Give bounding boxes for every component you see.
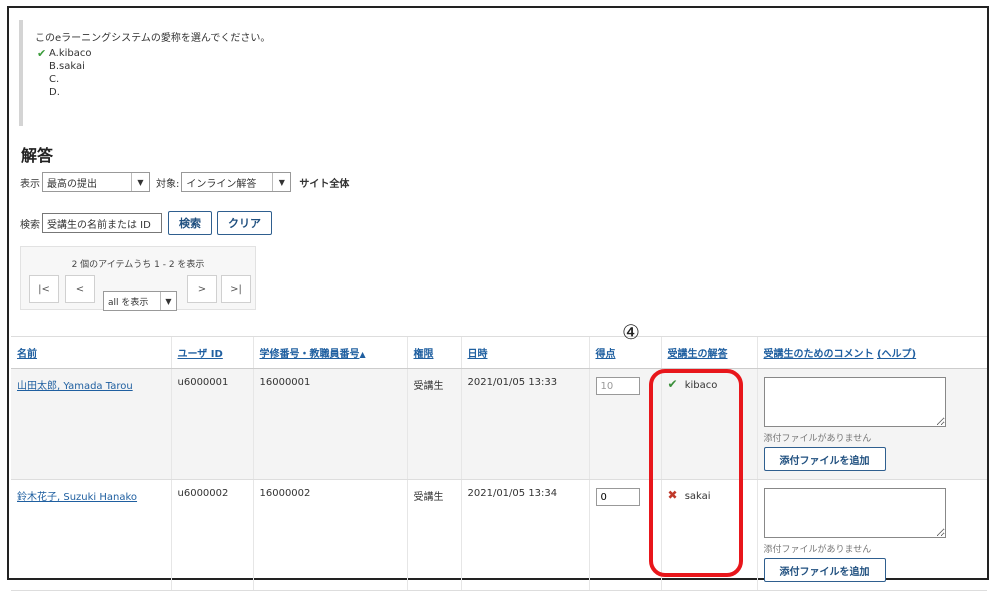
column-header-answer[interactable]: 受講生の解答	[660, 336, 757, 369]
sort-student-no-link[interactable]: 学修番号・教職員番号	[260, 349, 360, 360]
help-link[interactable]: (ヘルプ)	[877, 349, 916, 360]
no-attachment-text: 添付ファイルがありません	[763, 545, 872, 555]
column-header-role[interactable]: 権限	[406, 336, 461, 369]
column-header-student-no[interactable]: 学修番号・教職員番号▲	[252, 336, 407, 369]
choice-label: D.	[49, 87, 60, 98]
cell-student-no: 16000001	[252, 368, 407, 480]
page-frame: このeラーニングシステムの愛称を選んでください。 ✔ A.kibaco B.sa…	[7, 6, 989, 591]
choice-label: C.	[49, 74, 60, 85]
last-page-button[interactable]: >|	[221, 275, 251, 303]
column-header-name[interactable]: 名前	[11, 336, 171, 369]
annotation-number-marker: ④	[622, 320, 640, 344]
comment-textarea[interactable]	[763, 488, 946, 538]
pager: 2 個のアイテムうち 1 - 2 を表示 |< < all を表示 ▼ > >|	[20, 246, 256, 311]
cell-student-no: 16000002	[252, 479, 407, 591]
page-size-select[interactable]: all を表示 ▼	[103, 291, 177, 311]
display-label: 表示	[20, 178, 40, 190]
choice-label: A.kibaco	[49, 48, 92, 59]
choice-d: D.	[35, 86, 319, 99]
next-page-button[interactable]: >	[187, 275, 217, 303]
search-input[interactable]	[42, 213, 162, 233]
search-label: 検索	[20, 219, 40, 231]
comment-header-link[interactable]: 受講生のためのコメント	[764, 349, 874, 360]
question-stem: このeラーニングシステムの愛称を選んでください。	[35, 33, 271, 44]
sort-answer-link[interactable]: 受講生の解答	[668, 349, 728, 360]
correct-check-icon: ✔	[37, 47, 47, 60]
table-row: 山田太郎, Yamada Tarou u6000001 16000001 受講生…	[11, 368, 987, 480]
cell-comment: 添付ファイルがありません 添付ファイルを追加	[756, 368, 987, 480]
page-size-value: all を表示	[108, 297, 149, 308]
table-header-row: 名前 ユーザ ID 学修番号・教職員番号▲ 権限 日時 得点 受講生の解答 受講…	[11, 336, 987, 369]
chevron-down-icon: ▼	[160, 292, 176, 310]
chevron-down-icon: ▼	[272, 173, 290, 191]
filter-row: 表示 最高の提出 ▼ 対象: インライン解答 ▼ サイト全体	[20, 171, 349, 193]
sort-role-link[interactable]: 権限	[414, 349, 434, 360]
student-name-link[interactable]: 鈴木花子, Suzuki Hanako	[17, 492, 137, 503]
add-attachment-button[interactable]: 添付ファイルを追加	[763, 558, 886, 582]
search-row: 検索 検索 クリア	[20, 211, 277, 235]
add-attachment-button[interactable]: 添付ファイルを追加	[763, 447, 886, 471]
score-input[interactable]	[595, 377, 640, 395]
no-attachment-text: 添付ファイルがありません	[763, 434, 872, 444]
annotation-highlight-box	[649, 369, 743, 577]
prev-page-button[interactable]: <	[65, 275, 95, 303]
search-button[interactable]: 検索	[168, 211, 212, 235]
chevron-down-icon: ▼	[131, 173, 149, 191]
choice-a: ✔ A.kibaco	[35, 47, 319, 60]
site-all-label: サイト全体	[299, 178, 350, 190]
results-table: 名前 ユーザ ID 学修番号・教職員番号▲ 権限 日時 得点 受講生の解答 受講…	[11, 336, 987, 591]
cell-datetime: 2021/01/05 13:34	[460, 479, 589, 591]
column-header-datetime[interactable]: 日時	[460, 336, 589, 369]
cell-datetime: 2021/01/05 13:33	[460, 368, 589, 480]
cell-comment: 添付ファイルがありません 添付ファイルを追加	[756, 479, 987, 591]
cell-role: 受講生	[406, 368, 461, 480]
sort-datetime-link[interactable]: 日時	[468, 349, 488, 360]
first-page-button[interactable]: |<	[29, 275, 59, 303]
cell-user-id: u6000002	[170, 479, 253, 591]
student-name-link[interactable]: 山田太郎, Yamada Tarou	[17, 381, 133, 392]
display-select-value: 最高の提出	[47, 178, 97, 190]
comment-textarea[interactable]	[763, 377, 946, 427]
choice-c: C.	[35, 73, 319, 86]
target-label: 対象:	[156, 178, 180, 190]
cell-name: 山田太郎, Yamada Tarou	[11, 368, 171, 480]
answers-heading: 解答	[21, 146, 54, 165]
sort-score-link[interactable]: 得点	[596, 349, 616, 360]
display-select[interactable]: 最高の提出 ▼	[42, 172, 150, 192]
question-block: このeラーニングシステムの愛称を選んでください。 ✔ A.kibaco B.sa…	[19, 20, 319, 126]
choice-label: B.sakai	[49, 61, 85, 72]
target-select[interactable]: インライン解答 ▼	[181, 172, 292, 192]
pager-info: 2 個のアイテムうち 1 - 2 を表示	[71, 260, 205, 270]
score-input[interactable]	[595, 488, 640, 506]
sort-user-id-link[interactable]: ユーザ ID	[178, 349, 223, 360]
sort-name-link[interactable]: 名前	[17, 349, 37, 360]
target-select-value: インライン解答	[186, 178, 257, 190]
column-header-user-id[interactable]: ユーザ ID	[170, 336, 253, 369]
cell-name: 鈴木花子, Suzuki Hanako	[11, 479, 171, 591]
cell-user-id: u6000001	[170, 368, 253, 480]
table-row: 鈴木花子, Suzuki Hanako u6000002 16000002 受講…	[11, 479, 987, 591]
choice-b: B.sakai	[35, 60, 319, 73]
sort-asc-icon: ▲	[359, 350, 366, 359]
clear-button[interactable]: クリア	[217, 211, 272, 235]
column-header-comment: 受講生のためのコメント (ヘルプ)	[756, 336, 987, 369]
cell-role: 受講生	[406, 479, 461, 591]
